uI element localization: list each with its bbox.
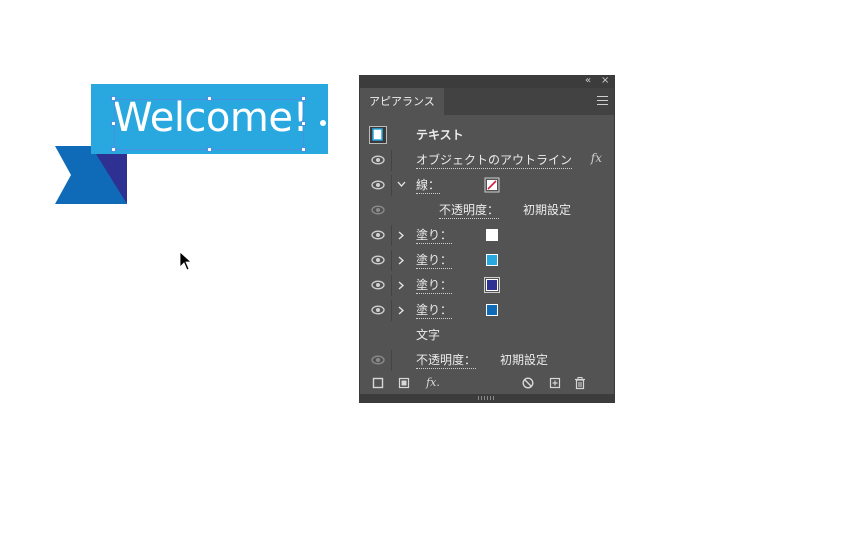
appearance-row-fill[interactable]: 塗り： xyxy=(360,273,614,298)
appearance-row-stroke-opacity[interactable]: 不透明度： 初期設定 xyxy=(360,198,614,223)
characters-section-row[interactable]: 文字 xyxy=(360,323,614,348)
chevron-down-icon[interactable] xyxy=(397,181,406,187)
selection-handle[interactable] xyxy=(207,96,212,101)
visibility-eye-icon[interactable] xyxy=(371,254,385,266)
chevron-right-icon[interactable] xyxy=(398,231,404,240)
row-divider xyxy=(391,225,392,246)
fill-label[interactable]: 塗り： xyxy=(416,227,453,244)
fx-icon[interactable]: fx xyxy=(591,151,602,165)
panel-resize-handle[interactable] xyxy=(360,394,614,402)
opacity-label[interactable]: 不透明度： xyxy=(416,352,477,369)
tab-appearance[interactable]: アピアランス xyxy=(360,88,444,115)
fill-color-swatch[interactable] xyxy=(486,254,498,266)
fill-label[interactable]: 塗り： xyxy=(416,252,453,269)
row-divider xyxy=(391,150,392,171)
object-type-label: テキスト xyxy=(416,128,464,142)
visibility-eye-icon[interactable] xyxy=(371,204,385,216)
text-overflow-anchor[interactable] xyxy=(320,120,326,126)
visibility-eye-icon[interactable] xyxy=(371,304,385,316)
appearance-row-opacity[interactable]: 不透明度： 初期設定 xyxy=(360,348,614,373)
row-divider xyxy=(391,350,392,371)
opacity-value: 初期設定 xyxy=(500,353,549,367)
chevron-right-icon[interactable] xyxy=(398,306,404,315)
appearance-row-fill[interactable]: 塗り： xyxy=(360,223,614,248)
stroke-none-swatch-icon[interactable] xyxy=(484,177,500,193)
visibility-eye-icon[interactable] xyxy=(371,279,385,291)
close-panel-icon[interactable]: × xyxy=(601,74,609,88)
appearance-row-stroke[interactable]: 線： xyxy=(360,173,614,198)
delete-item-trash-icon[interactable] xyxy=(573,376,587,390)
selection-bounding-box[interactable] xyxy=(114,99,304,150)
selection-handle[interactable] xyxy=(111,96,116,101)
add-new-effect-icon[interactable]: fx. xyxy=(422,376,444,390)
stroke-label[interactable]: 線： xyxy=(416,177,441,194)
panel-bottom-toolbar: fx. xyxy=(360,372,614,394)
characters-label: 文字 xyxy=(416,328,441,342)
appearance-panel: « × アピアランス テキスト オブジェクトのアウトライン fx 線： 不透明度… xyxy=(359,75,615,403)
fill-label[interactable]: 塗り： xyxy=(416,277,453,294)
fill-color-swatch[interactable] xyxy=(486,304,498,316)
visibility-eye-icon[interactable] xyxy=(371,154,385,166)
resize-grip-icon xyxy=(478,396,496,400)
selection-handle[interactable] xyxy=(301,96,306,101)
object-header-row[interactable]: テキスト xyxy=(360,123,614,148)
artboard-artwork: Welcome! xyxy=(0,0,340,300)
duplicate-item-icon[interactable] xyxy=(548,376,562,390)
visibility-eye-icon[interactable] xyxy=(371,354,385,366)
appearance-row-outline-effect[interactable]: オブジェクトのアウトライン fx xyxy=(360,148,614,173)
fill-color-swatch[interactable] xyxy=(484,277,500,293)
add-new-stroke-icon[interactable] xyxy=(371,376,385,390)
collapse-panel-icon[interactable]: « xyxy=(585,74,591,88)
panel-title-bar[interactable]: « × xyxy=(360,74,614,88)
mouse-cursor-icon xyxy=(179,251,193,271)
ribbon-shape[interactable] xyxy=(55,146,128,204)
row-divider xyxy=(391,275,392,296)
panel-tab-row: アピアランス xyxy=(360,88,614,115)
clear-appearance-icon[interactable] xyxy=(521,376,535,390)
fill-color-swatch[interactable] xyxy=(486,229,498,241)
chevron-right-icon[interactable] xyxy=(398,256,404,265)
selection-handle[interactable] xyxy=(301,121,306,126)
row-divider xyxy=(391,175,392,196)
appearance-row-fill[interactable]: 塗り： xyxy=(360,248,614,273)
opacity-label[interactable]: 不透明度： xyxy=(439,202,500,219)
selection-handle[interactable] xyxy=(207,147,212,152)
add-new-fill-icon[interactable] xyxy=(397,376,411,390)
selection-handle[interactable] xyxy=(111,147,116,152)
visibility-eye-icon[interactable] xyxy=(371,179,385,191)
visibility-eye-icon[interactable] xyxy=(371,229,385,241)
row-divider xyxy=(391,250,392,271)
row-divider xyxy=(391,300,392,321)
effect-outline-label[interactable]: オブジェクトのアウトライン xyxy=(416,152,573,169)
selection-handle[interactable] xyxy=(301,147,306,152)
selection-handle[interactable] xyxy=(111,121,116,126)
panel-menu-icon[interactable] xyxy=(597,96,608,105)
text-object-thumbnail-icon xyxy=(369,126,387,144)
chevron-right-icon[interactable] xyxy=(398,281,404,290)
appearance-row-fill[interactable]: 塗り： xyxy=(360,298,614,323)
opacity-value: 初期設定 xyxy=(523,203,572,217)
fill-label[interactable]: 塗り： xyxy=(416,302,453,319)
